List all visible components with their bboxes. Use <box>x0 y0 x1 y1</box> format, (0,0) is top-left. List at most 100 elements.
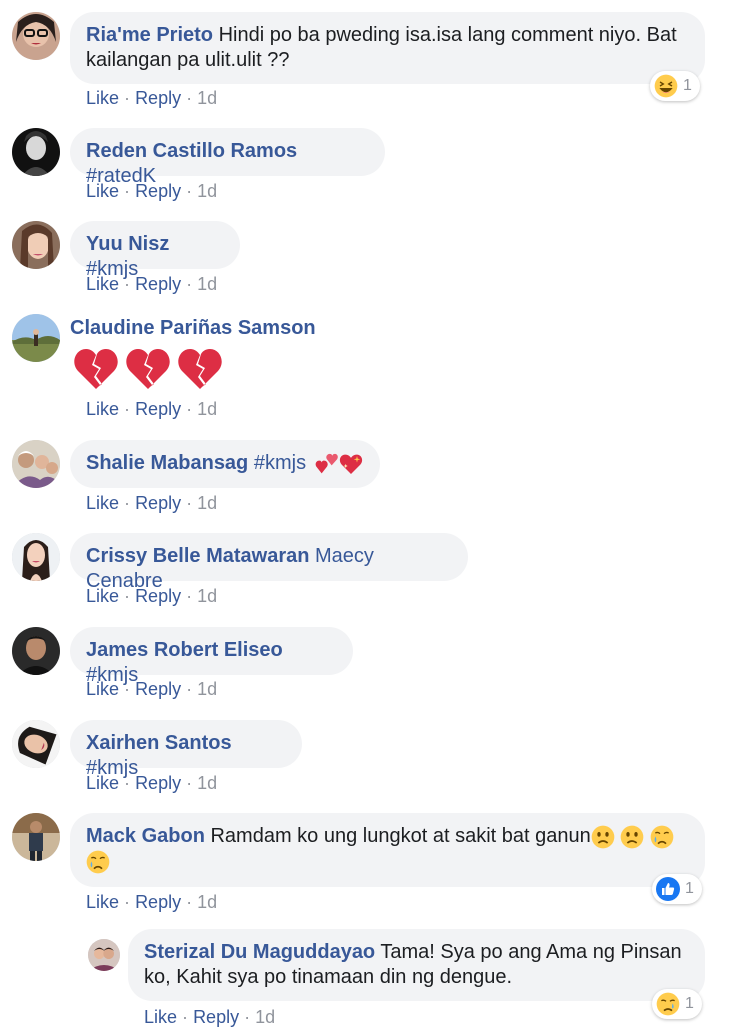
comment-bubble: Sterizal Du Maguddayao Tama! Sya po ang … <box>128 929 705 1001</box>
reaction-summary[interactable]: 1 <box>652 874 702 904</box>
separator: · <box>186 88 193 108</box>
reply-link[interactable]: Reply <box>135 181 181 201</box>
reply-link[interactable]: Reply <box>135 399 181 419</box>
separator: · <box>244 1007 251 1027</box>
comment-bubble: Xairhen Santos #kmjs <box>70 720 302 779</box>
separator: · <box>182 1007 189 1027</box>
like-link[interactable]: Like <box>86 773 119 793</box>
broken-heart-icon <box>122 345 174 393</box>
comment-actions: Like · Reply · 1d <box>86 273 217 295</box>
comment-author[interactable]: Sterizal Du Maguddayao <box>144 941 375 963</box>
timestamp[interactable]: 1d <box>197 88 217 108</box>
thumbs-up-icon <box>656 877 680 901</box>
broken-heart-icon <box>70 345 122 393</box>
comment-bubble: Yuu Nisz #kmjs <box>70 221 240 280</box>
like-link[interactable]: Like <box>86 892 119 912</box>
reply-link[interactable]: Reply <box>135 892 181 912</box>
timestamp[interactable]: 1d <box>197 274 217 294</box>
sad-face-icon <box>656 992 680 1016</box>
timestamp[interactable]: 1d <box>197 679 217 699</box>
like-link[interactable]: Like <box>86 399 119 419</box>
avatar[interactable] <box>12 627 60 675</box>
like-link[interactable]: Like <box>86 586 119 606</box>
reply-link[interactable]: Reply <box>135 679 181 699</box>
separator: · <box>124 586 131 606</box>
timestamp[interactable]: 1d <box>197 181 217 201</box>
avatar[interactable] <box>12 221 60 269</box>
like-link[interactable]: Like <box>86 181 119 201</box>
reaction-count: 1 <box>683 77 692 94</box>
timestamp[interactable]: 1d <box>197 586 217 606</box>
comment-author[interactable]: Claudine Pariñas Samson <box>70 317 316 339</box>
comment-author[interactable]: Reden Castillo Ramos <box>86 140 297 162</box>
reaction-summary[interactable]: 1 <box>650 71 700 101</box>
timestamp[interactable]: 1d <box>197 773 217 793</box>
broken-heart-icon <box>174 345 226 393</box>
separator: · <box>124 679 131 699</box>
separator: · <box>124 274 131 294</box>
comment-text: Ramdam ko ung lungkot at sakit bat ganun <box>210 825 591 847</box>
separator: · <box>186 773 193 793</box>
hashtag[interactable]: #kmjs <box>254 452 306 474</box>
avatar[interactable] <box>88 939 120 971</box>
separator: · <box>186 399 193 419</box>
separator: · <box>186 493 193 513</box>
separator: · <box>186 892 193 912</box>
reply-link[interactable]: Reply <box>135 274 181 294</box>
comment-bubble: Reden Castillo Ramos #ratedK <box>70 128 385 187</box>
frowning-face-icon <box>591 825 615 849</box>
separator: · <box>124 181 131 201</box>
like-link[interactable]: Like <box>86 88 119 108</box>
comment-actions: Like · Reply · 1d <box>86 87 217 109</box>
comment-actions: Like · Reply · 1d <box>86 180 217 202</box>
avatar[interactable] <box>12 813 60 861</box>
avatar[interactable] <box>12 128 60 176</box>
comment-actions: Like · Reply · 1d <box>144 1006 275 1028</box>
comment-author[interactable]: James Robert Eliseo <box>86 639 283 661</box>
reaction-summary[interactable]: 1 <box>652 989 702 1019</box>
comment-author[interactable]: Yuu Nisz <box>86 233 169 255</box>
crying-face-icon <box>650 825 674 849</box>
separator: · <box>186 679 193 699</box>
comment-actions: Like · Reply · 1d <box>86 585 217 607</box>
reply-link[interactable]: Reply <box>135 88 181 108</box>
comment-actions: Like · Reply · 1d <box>86 398 217 420</box>
comment-actions: Like · Reply · 1d <box>86 891 217 913</box>
reply-link[interactable]: Reply <box>135 773 181 793</box>
comment-author[interactable]: Mack Gabon <box>86 825 205 847</box>
like-link[interactable]: Like <box>144 1007 177 1027</box>
comment-bubble: Claudine Pariñas Samson <box>70 316 370 396</box>
reply-link[interactable]: Reply <box>135 586 181 606</box>
separator: · <box>186 274 193 294</box>
comment-author[interactable]: Ria'me Prieto <box>86 24 213 46</box>
comment-bubble: James Robert Eliseo #kmjs <box>70 627 353 686</box>
timestamp[interactable]: 1d <box>197 892 217 912</box>
reply-link[interactable]: Reply <box>135 493 181 513</box>
like-link[interactable]: Like <box>86 274 119 294</box>
comment-author[interactable]: Shalie Mabansag <box>86 452 248 474</box>
like-link[interactable]: Like <box>86 679 119 699</box>
sparkling-heart-icon <box>339 454 362 474</box>
avatar[interactable] <box>12 720 60 768</box>
like-link[interactable]: Like <box>86 493 119 513</box>
comment-bubble: Mack Gabon Ramdam ko ung lungkot at saki… <box>70 813 705 887</box>
two-hearts-icon <box>315 453 338 474</box>
crying-face-icon <box>86 850 110 874</box>
comment-author[interactable]: Crissy Belle Matawaran <box>86 545 309 567</box>
timestamp[interactable]: 1d <box>197 399 217 419</box>
comment-bubble: Shalie Mabansag #kmjs <box>70 440 380 488</box>
avatar[interactable] <box>12 314 60 362</box>
reaction-count: 1 <box>685 995 694 1012</box>
separator: · <box>186 586 193 606</box>
avatar[interactable] <box>12 440 60 488</box>
separator: · <box>124 773 131 793</box>
comment-bubble: Ria'me Prieto Hindi po ba pweding isa.is… <box>70 12 705 84</box>
frowning-face-icon <box>620 825 644 849</box>
timestamp[interactable]: 1d <box>255 1007 275 1027</box>
comment-author[interactable]: Xairhen Santos <box>86 732 232 754</box>
timestamp[interactable]: 1d <box>197 493 217 513</box>
comment-bubble: Crissy Belle Matawaran Maecy Cenabre <box>70 533 468 592</box>
reply-link[interactable]: Reply <box>193 1007 239 1027</box>
avatar[interactable] <box>12 533 60 581</box>
avatar[interactable] <box>12 12 60 60</box>
